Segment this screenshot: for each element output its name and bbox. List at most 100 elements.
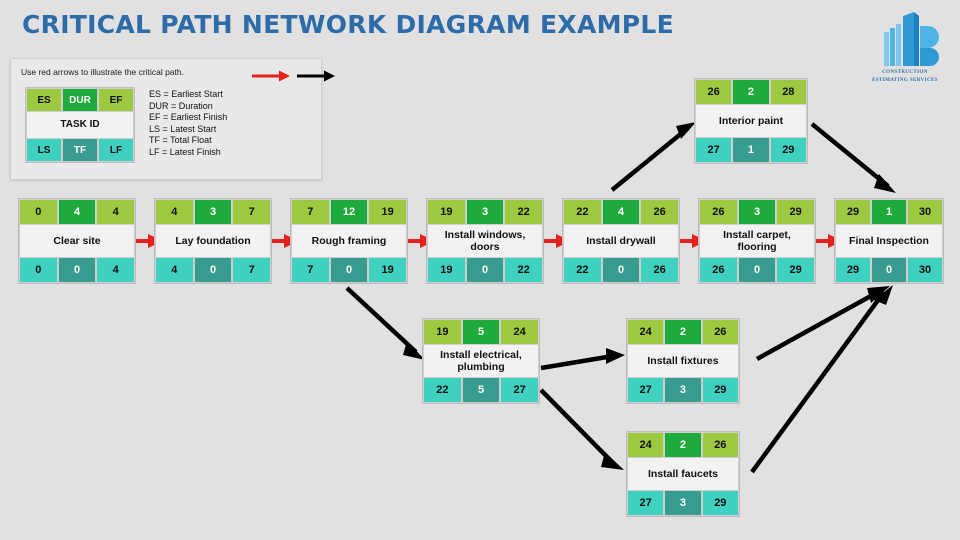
node-ls: 19 <box>427 257 466 283</box>
node-ls: 0 <box>19 257 58 283</box>
brand-logo: CONSTRUCTION ESTIMATING SERVICES <box>855 12 955 92</box>
node-dur: 3 <box>193 199 233 225</box>
legend-panel: Use red arrows to illustrate the critica… <box>10 58 335 180</box>
node-label: Install carpet, flooring <box>699 225 815 257</box>
node-top-row: 29 1 30 <box>835 199 943 225</box>
node-es: 19 <box>423 319 462 345</box>
task-node-interior-paint[interactable]: 26 2 28 Interior paint 27 1 29 <box>694 78 808 164</box>
node-lf: 4 <box>96 257 136 283</box>
arrow-install-electrical-plumbing-to-install-faucets <box>539 388 624 470</box>
node-bottom-row: 7 0 19 <box>291 257 408 283</box>
node-ls: 7 <box>291 257 330 283</box>
node-es: 26 <box>699 199 738 225</box>
node-top-row: 26 2 28 <box>695 79 807 105</box>
node-lf: 30 <box>907 257 943 283</box>
legend-definition-tf: TF = Total Float <box>149 135 212 146</box>
node-es: 24 <box>627 432 665 458</box>
node-ls: 26 <box>699 257 738 283</box>
node-ef: 4 <box>96 199 136 225</box>
node-bottom-row: 29 0 30 <box>835 257 943 283</box>
node-es: 29 <box>835 199 871 225</box>
node-top-row: 19 3 22 <box>427 199 544 225</box>
node-label: Rough framing <box>291 225 407 257</box>
node-bottom-row: 22 0 26 <box>563 257 680 283</box>
task-node-install-faucets[interactable]: 24 2 26 Install faucets 27 3 29 <box>626 431 740 517</box>
node-lf: 29 <box>776 257 816 283</box>
node-tf: 0 <box>57 257 97 283</box>
node-ef: 26 <box>701 432 739 458</box>
node-dur: 2 <box>664 432 702 458</box>
legend-cell-task-id: TASK ID <box>26 112 134 138</box>
node-tf: 3 <box>664 377 702 403</box>
node-es: 4 <box>155 199 194 225</box>
task-node-install-drywall[interactable]: 22 4 26 Install drywall 22 0 26 <box>562 198 680 284</box>
logo-text-line2: ESTIMATING SERVICES <box>872 78 938 83</box>
task-node-clear-site[interactable]: 0 4 4 Clear site 0 0 4 <box>18 198 136 284</box>
red-arrow-icon <box>252 70 290 82</box>
node-ef: 28 <box>769 79 807 105</box>
legend-note: Use red arrows to illustrate the critica… <box>21 67 184 77</box>
node-tf: 0 <box>193 257 233 283</box>
node-tf: 1 <box>732 137 770 163</box>
legend-cell-es: ES <box>26 88 62 112</box>
legend-definitions: ES = Earliest Start DUR = Duration EF = … <box>149 89 227 159</box>
node-dur: 3 <box>737 199 777 225</box>
node-label: Interior paint <box>695 105 807 137</box>
building-icon <box>884 12 939 66</box>
arrow-install-drywall-to-interior-paint <box>610 122 696 192</box>
node-top-row: 24 2 26 <box>627 432 739 458</box>
node-lf: 26 <box>640 257 680 283</box>
node-dur: 2 <box>664 319 702 345</box>
node-ef: 26 <box>701 319 739 345</box>
node-tf: 3 <box>664 490 702 516</box>
node-ef: 22 <box>504 199 544 225</box>
node-es: 7 <box>291 199 330 225</box>
legend-cell-tf: TF <box>62 138 98 162</box>
legend-cell-lf: LF <box>98 138 134 162</box>
task-node-install-windows-doors[interactable]: 19 3 22 Install windows, doors 19 0 22 <box>426 198 544 284</box>
node-label: Install fixtures <box>627 345 739 377</box>
arrow-install-electrical-plumbing-to-install-fixtures <box>540 348 625 371</box>
task-node-install-carpet-flooring[interactable]: 26 3 29 Install carpet, flooring 26 0 29 <box>698 198 816 284</box>
node-ef: 29 <box>776 199 816 225</box>
page-title: CRITICAL PATH NETWORK DIAGRAM EXAMPLE <box>22 10 675 39</box>
task-node-final-inspection[interactable]: 29 1 30 Final Inspection 29 0 30 <box>834 198 944 284</box>
node-bottom-row: 22 5 27 <box>423 377 540 403</box>
task-node-rough-framing[interactable]: 7 12 19 Rough framing 7 0 19 <box>290 198 408 284</box>
node-top-row: 19 5 24 <box>423 319 540 345</box>
node-es: 19 <box>427 199 466 225</box>
node-es: 22 <box>563 199 602 225</box>
black-arrow-icon <box>297 70 335 82</box>
node-label: Final Inspection <box>835 225 943 257</box>
legend-definition-dur: DUR = Duration <box>149 100 213 111</box>
node-ef: 26 <box>640 199 680 225</box>
legend-node-bottom-row: LS TF LF <box>26 138 134 162</box>
node-tf: 0 <box>871 257 907 283</box>
node-es: 26 <box>695 79 733 105</box>
node-top-row: 7 12 19 <box>291 199 408 225</box>
legend-cell-ls: LS <box>26 138 62 162</box>
node-lf: 29 <box>701 490 739 516</box>
node-label: Install windows, doors <box>427 225 543 257</box>
node-tf: 5 <box>461 377 501 403</box>
legend-definition-es: ES = Earliest Start <box>149 89 223 99</box>
arrow-rough-framing-to-install-electrical-plumbing <box>345 286 425 360</box>
task-node-install-fixtures[interactable]: 24 2 26 Install fixtures 27 3 29 <box>626 318 740 404</box>
node-label: Install drywall <box>563 225 679 257</box>
task-node-lay-foundation[interactable]: 4 3 7 Lay foundation 4 0 7 <box>154 198 272 284</box>
arrow-install-faucets-to-final-inspection <box>750 285 893 474</box>
node-bottom-row: 0 0 4 <box>19 257 136 283</box>
node-bottom-row: 26 0 29 <box>699 257 816 283</box>
node-tf: 0 <box>601 257 641 283</box>
node-ls: 27 <box>695 137 733 163</box>
task-node-install-electrical-plumbing[interactable]: 19 5 24 Install electrical, plumbing 22 … <box>422 318 540 404</box>
node-lf: 22 <box>504 257 544 283</box>
node-label: Lay foundation <box>155 225 271 257</box>
node-bottom-row: 27 3 29 <box>627 377 739 403</box>
node-ls: 22 <box>563 257 602 283</box>
node-ef: 19 <box>368 199 408 225</box>
node-label: Clear site <box>19 225 135 257</box>
node-bottom-row: 4 0 7 <box>155 257 272 283</box>
legend-sample-node: ES DUR EF TASK ID LS TF LF <box>25 87 135 163</box>
arrow-install-fixtures-to-final-inspection <box>755 286 890 361</box>
